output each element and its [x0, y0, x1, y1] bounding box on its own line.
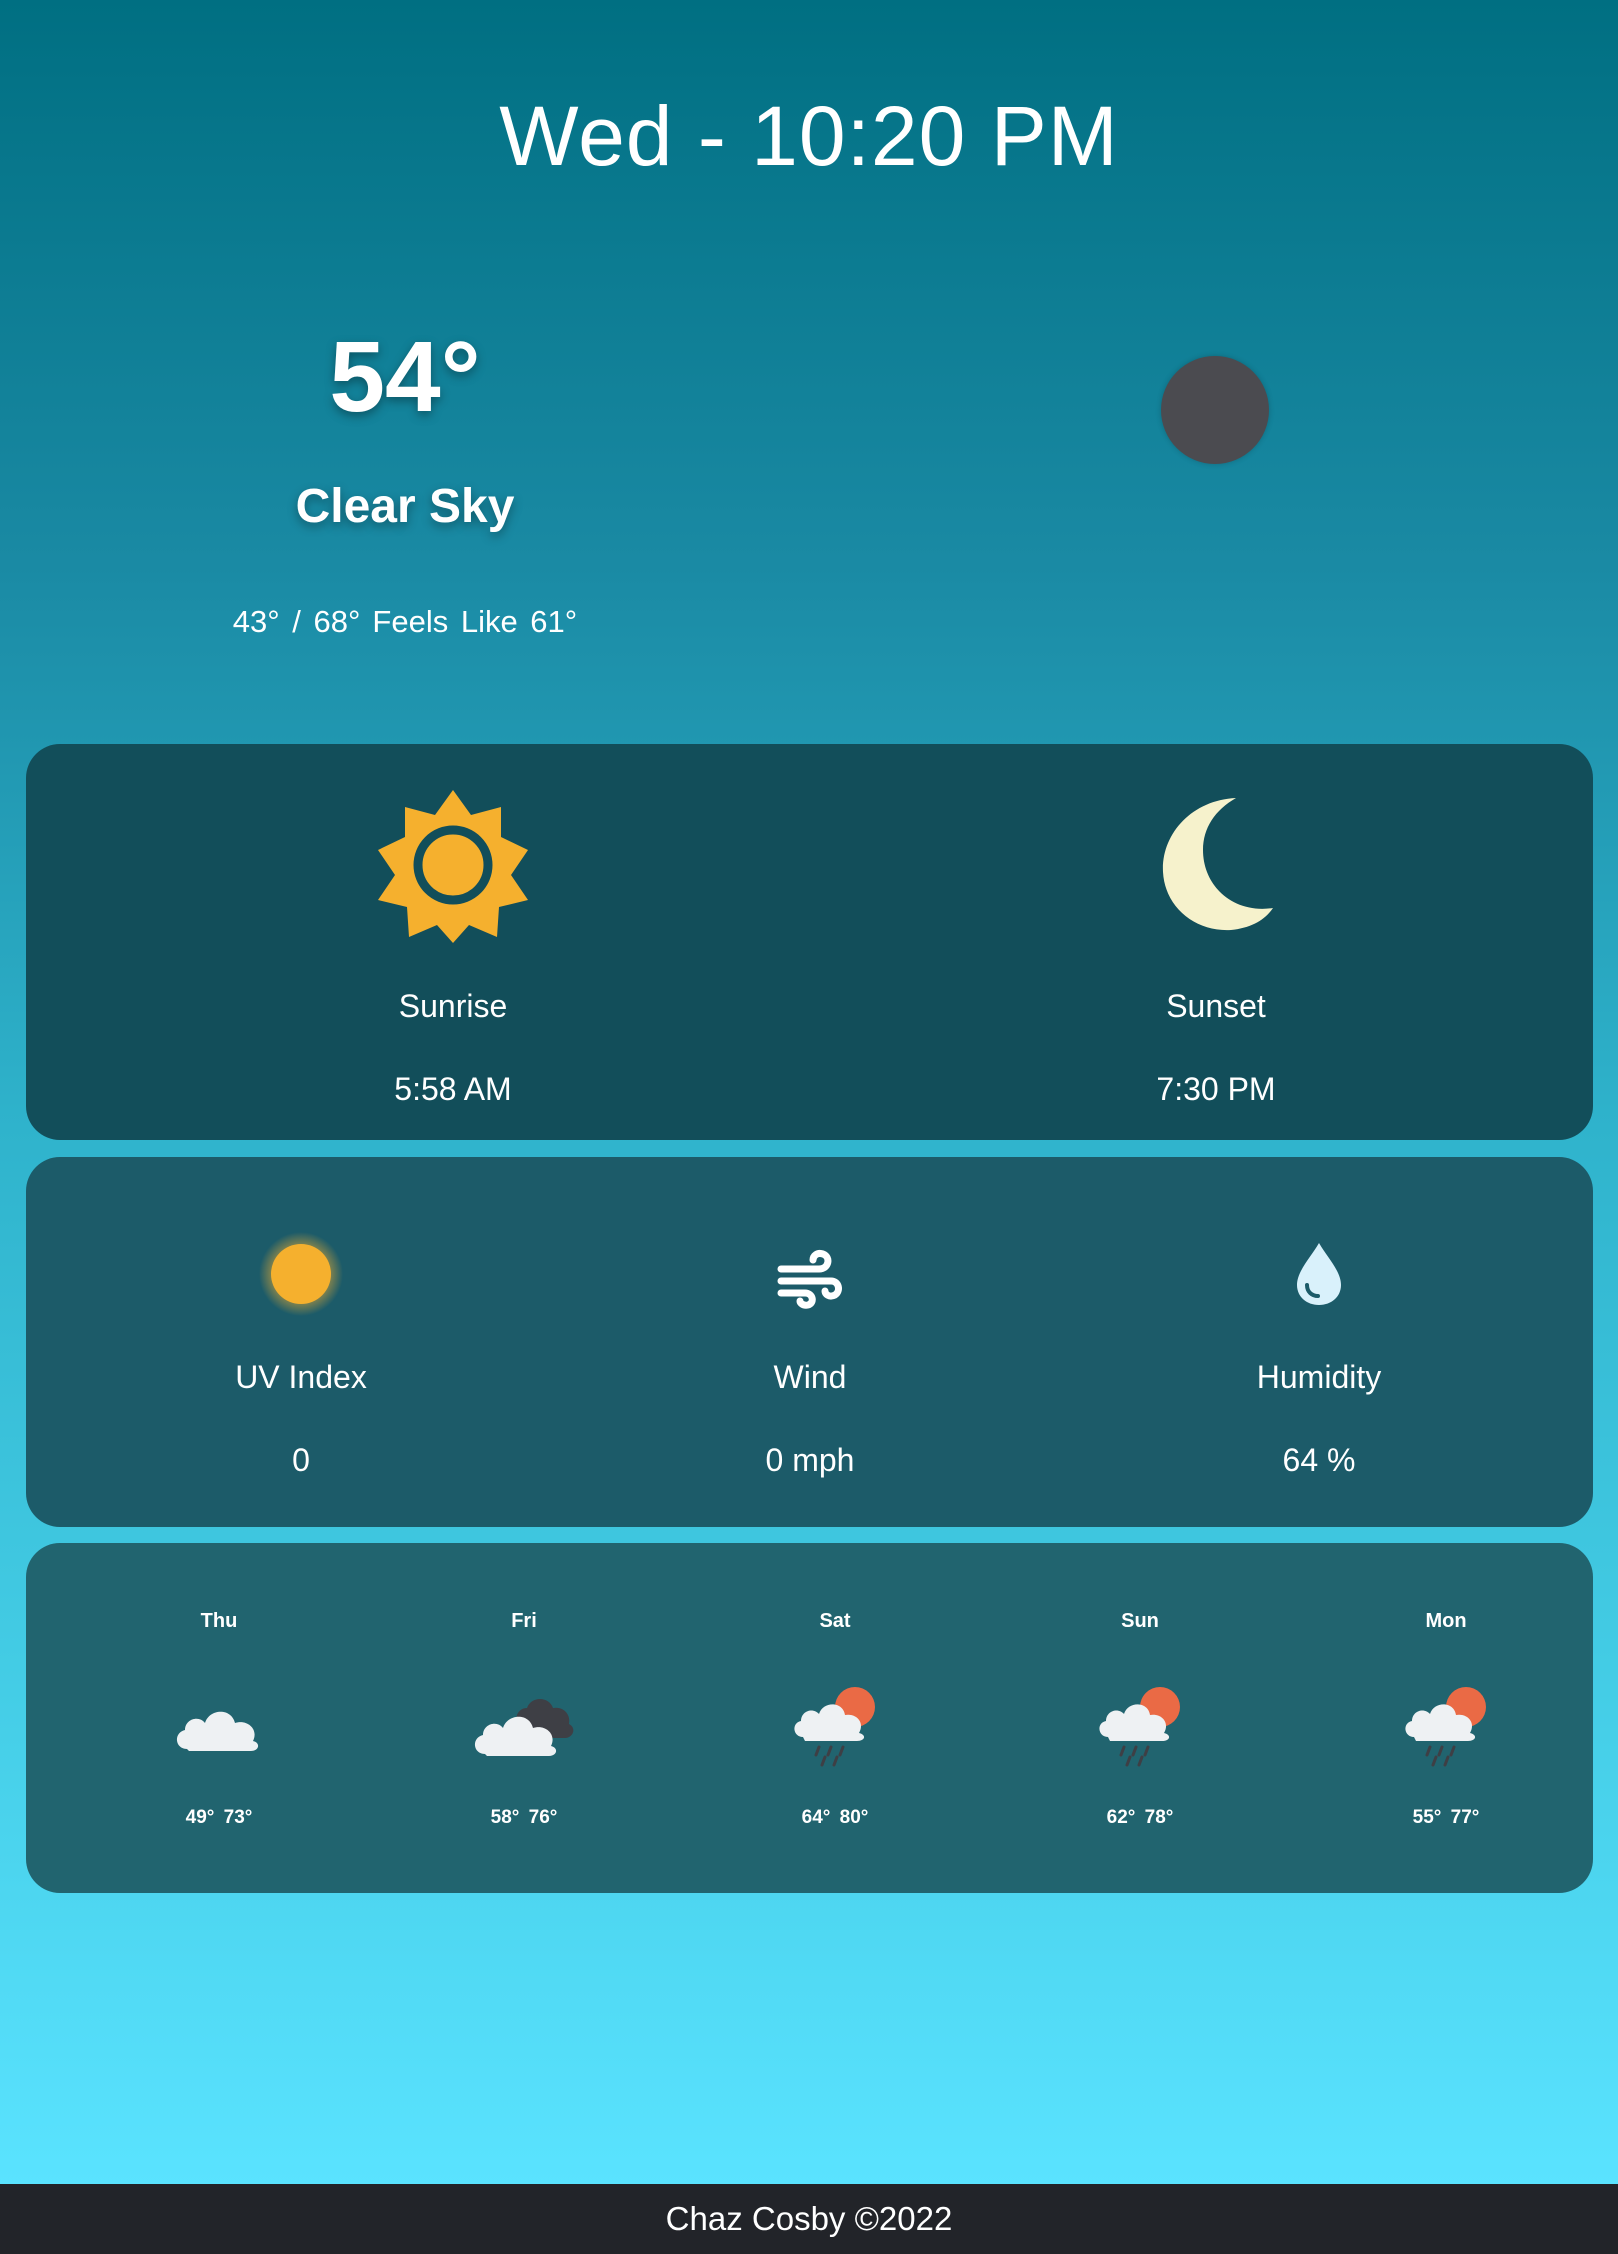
forecast-day-thu: Thu 49° 73° — [109, 1543, 329, 1829]
sun-icon — [378, 790, 528, 943]
footer-copyright: Chaz Cosby ©2022 — [665, 2200, 953, 2237]
current-weather: 54° Clear Sky 43° / 68° Feels Like 61° — [155, 320, 655, 640]
humidity-label: Humidity — [1256, 1359, 1382, 1395]
forecast-day-label: Sun — [1121, 1610, 1159, 1632]
low-high-temp: 43° / 68° — [232, 604, 361, 639]
rain-sun-icon — [1099, 1687, 1180, 1767]
clouds-icon — [474, 1699, 574, 1756]
forecast-day-sat: Sat 64° 80° — [725, 1543, 945, 1829]
forecast-day-fri: Fri 58° 76° — [414, 1543, 634, 1829]
forecast-day-label: Thu — [200, 1610, 238, 1632]
wind-icon — [777, 1250, 842, 1309]
rain-sun-icon — [794, 1687, 875, 1767]
forecast-day-label: Mon — [1425, 1610, 1467, 1632]
forecast-temps: 64° 80° — [801, 1807, 869, 1828]
wind-value: 0 mph — [765, 1442, 855, 1478]
forecast-day-label: Sat — [819, 1610, 851, 1632]
moon-dot-icon — [1161, 356, 1269, 464]
forecast-temps: 62° 78° — [1106, 1807, 1174, 1828]
forecast-temps: 49° 73° — [185, 1807, 253, 1828]
footer: Chaz Cosby ©2022 — [0, 2184, 1618, 2254]
wind-panel: Wind 0 mph — [610, 1157, 1010, 1479]
sun-card: Sunrise 5:58 AM Sunset 7:30 PM — [26, 744, 1593, 1140]
crescent-moon-icon — [1162, 798, 1273, 931]
stats-card: UV Index 0 Wind 0 mph Humidity 64 % — [26, 1157, 1593, 1527]
uv-index-label: UV Index — [235, 1359, 367, 1395]
sunset-time: 7:30 PM — [1156, 1071, 1276, 1107]
sunrise-panel: Sunrise 5:58 AM — [203, 744, 703, 1108]
cloud-icon — [176, 1711, 259, 1751]
temperature-range: 43° / 68° Feels Like 61° — [155, 604, 655, 640]
sunrise-label: Sunrise — [398, 988, 508, 1024]
forecast-temps: 58° 76° — [490, 1807, 558, 1828]
water-drop-icon — [1297, 1243, 1341, 1305]
uv-index-panel: UV Index 0 — [101, 1157, 501, 1479]
sunset-panel: Sunset 7:30 PM — [966, 744, 1466, 1108]
sunset-label: Sunset — [1166, 988, 1266, 1024]
rain-sun-icon — [1405, 1687, 1486, 1767]
uv-sun-icon — [259, 1232, 343, 1316]
sunrise-time: 5:58 AM — [394, 1071, 512, 1107]
forecast-day-sun: Sun 62° 78° — [1030, 1543, 1250, 1829]
forecast-day-mon: Mon 55° 77° — [1336, 1543, 1556, 1829]
feels-like: Feels Like 61° — [372, 604, 578, 639]
humidity-panel: Humidity 64 % — [1119, 1157, 1519, 1479]
forecast-day-label: Fri — [511, 1610, 537, 1632]
forecast-temps: 55° 77° — [1412, 1807, 1480, 1828]
humidity-value: 64 % — [1282, 1442, 1356, 1478]
wind-label: Wind — [773, 1359, 847, 1395]
current-condition: Clear Sky — [295, 480, 515, 533]
current-datetime: Wed - 10:20 PM — [499, 89, 1119, 183]
forecast-card: Thu 49° 73° Fri 58° 76° Sat 64° 80° Sun … — [26, 1543, 1593, 1893]
uv-index-value: 0 — [292, 1442, 310, 1478]
current-temperature: 54° — [329, 321, 481, 433]
